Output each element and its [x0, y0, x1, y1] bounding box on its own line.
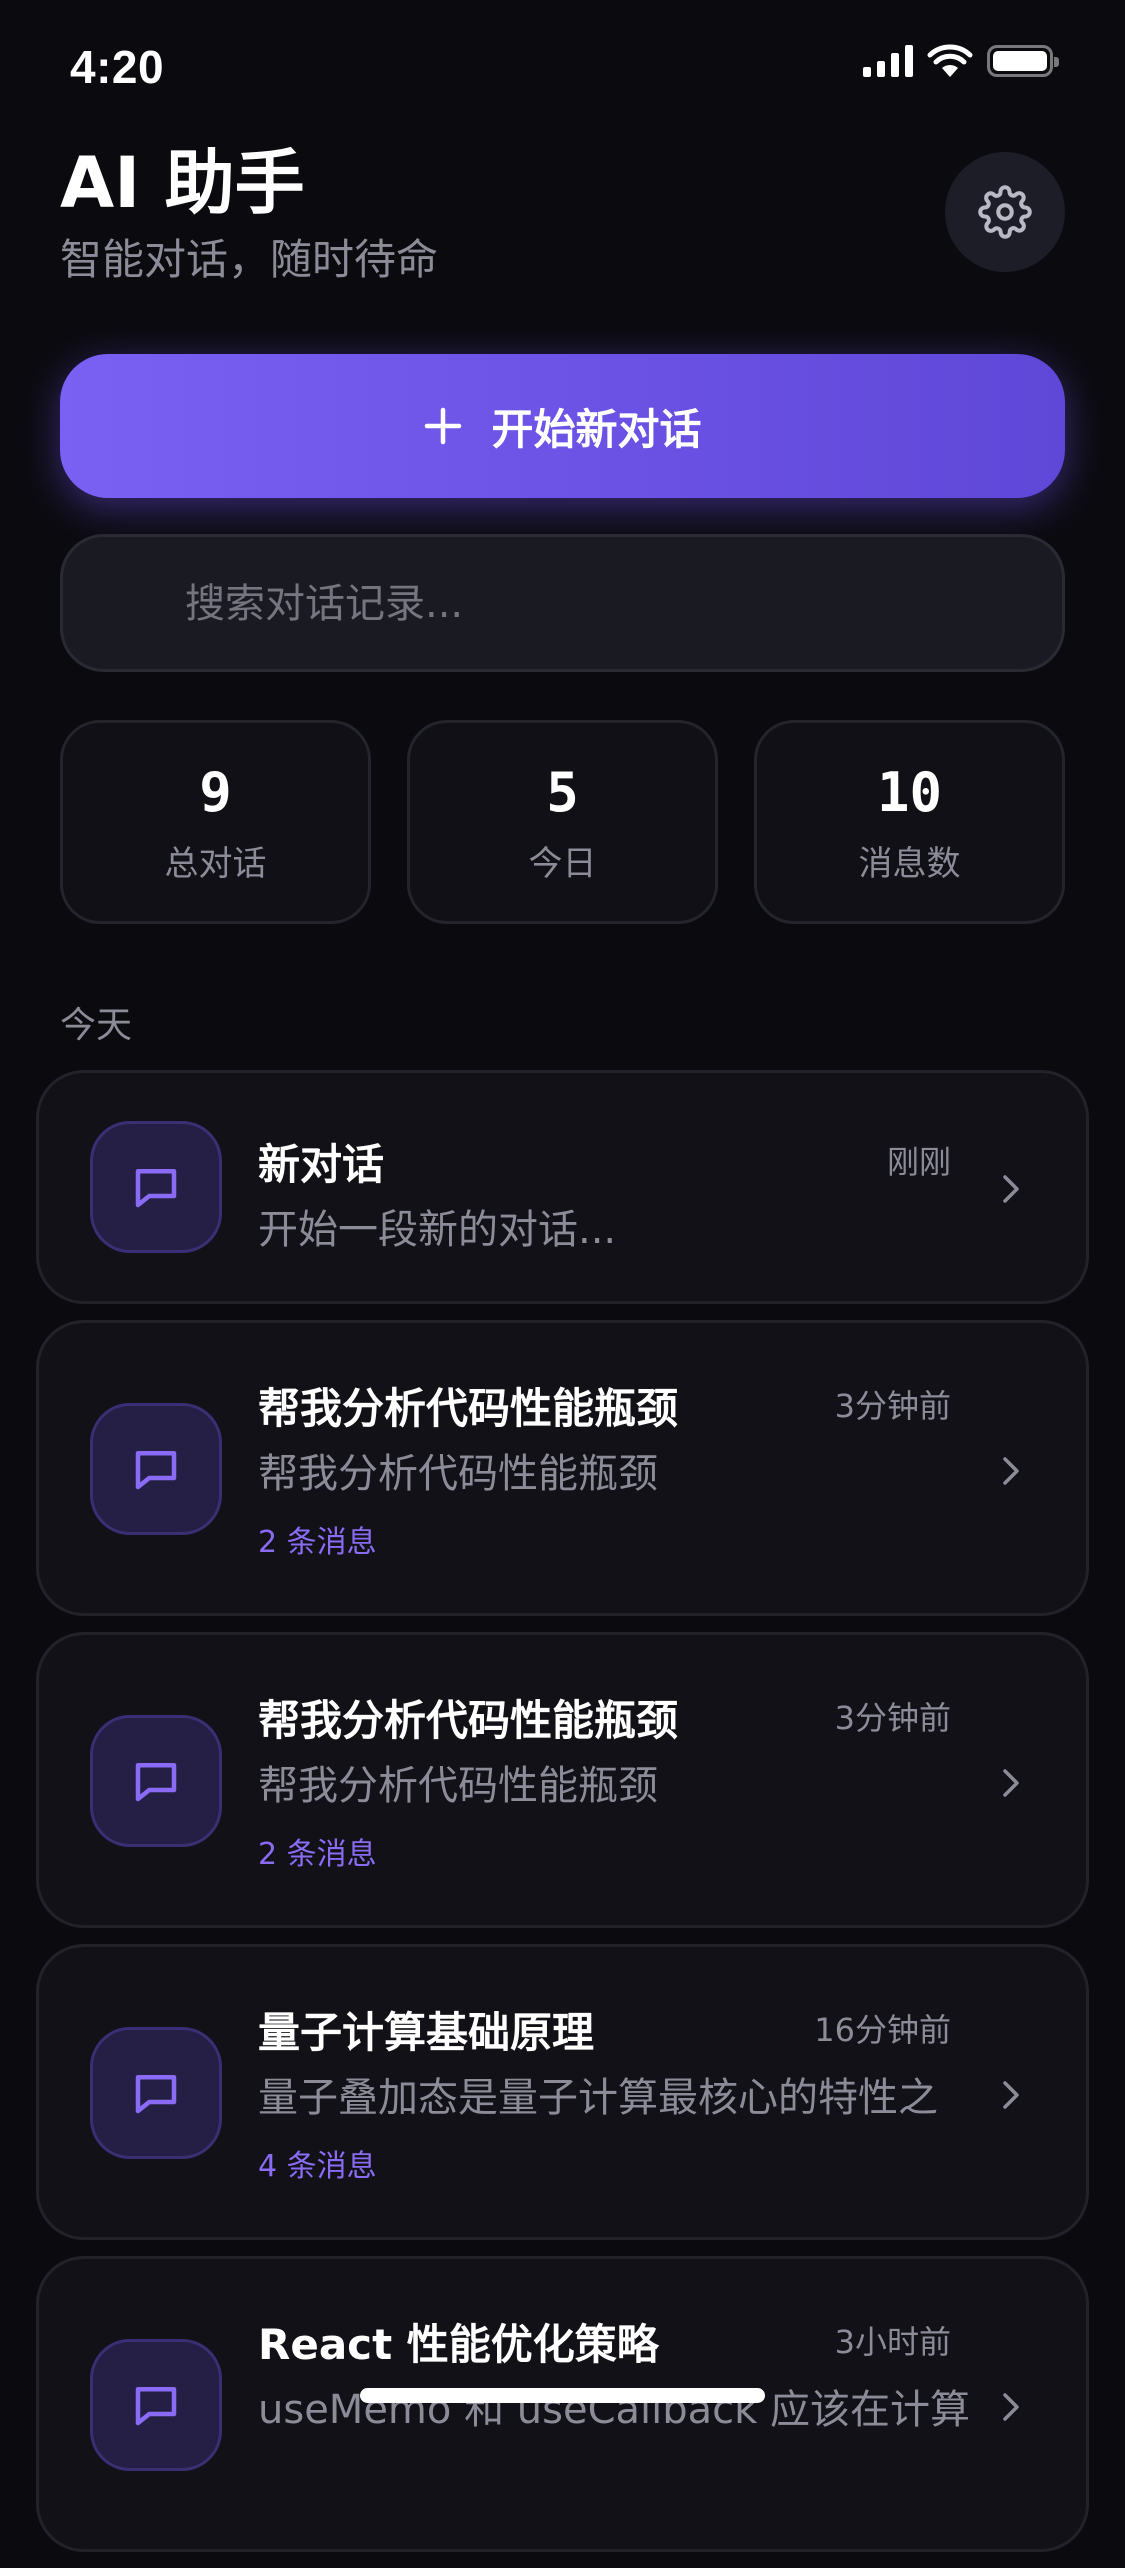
new-chat-label: 开始新对话 [491, 404, 702, 454]
new-chat-button[interactable]: 开始新对话 [60, 354, 1065, 498]
conversation-preview: 帮我分析代码性能瓶颈 [258, 1763, 658, 1809]
section-header-today: 今天 [60, 1005, 133, 1046]
status-bar: 4:20 [0, 0, 1125, 130]
page-subtitle: 智能对话，随时待命 [60, 235, 439, 284]
conversation-item[interactable]: 帮我分析代码性能瓶颈 3分钟前 帮我分析代码性能瓶颈 2 条消息 [36, 1320, 1089, 1616]
stat-card-messages: 10 消息数 [754, 720, 1065, 924]
stats-row: 9 总对话 5 今日 10 消息数 [60, 720, 1065, 924]
stat-card-total: 9 总对话 [60, 720, 371, 924]
conversation-preview: 量子叠加态是量子计算最核心的特性之 [258, 2075, 938, 2121]
chevron-right-icon [996, 1763, 1026, 1803]
gear-icon [978, 185, 1032, 239]
chevron-right-icon [996, 1451, 1026, 1491]
conversation-time: 刚刚 [886, 1143, 951, 1181]
status-time: 4:20 [70, 41, 165, 93]
conversation-time: 3分钟前 [834, 1699, 951, 1737]
conversation-title: 帮我分析代码性能瓶颈 [258, 1384, 679, 1433]
stat-label: 消息数 [858, 843, 961, 884]
conversation-time: 3小时前 [834, 2323, 951, 2361]
chat-bubble-icon [135, 1763, 177, 1802]
conversation-item[interactable]: 帮我分析代码性能瓶颈 3分钟前 帮我分析代码性能瓶颈 2 条消息 [36, 1632, 1089, 1928]
conversation-icon-box [90, 2027, 222, 2159]
conversation-icon-box [90, 1121, 222, 1253]
search-input[interactable] [183, 537, 1027, 671]
signal-icon [863, 45, 913, 77]
conversation-list: 新对话 刚刚 开始一段新的对话... 帮我分析代码性能瓶颈 3分钟前 帮我分析代… [36, 1070, 1089, 2568]
conversation-preview: 帮我分析代码性能瓶颈 [258, 1451, 658, 1497]
conversation-item[interactable]: 量子计算基础原理 16分钟前 量子叠加态是量子计算最核心的特性之 4 条消息 [36, 1944, 1089, 2240]
conversation-time: 16分钟前 [814, 2011, 951, 2049]
conversation-preview: 开始一段新的对话... [258, 1207, 617, 1253]
status-icons [863, 44, 1059, 78]
conversation-icon-box [90, 1403, 222, 1535]
chat-bubble-icon [135, 1451, 177, 1490]
page-title: AI 助手 [60, 142, 305, 224]
chevron-right-icon [996, 2387, 1026, 2427]
chat-bubble-icon [135, 2387, 177, 2426]
stat-value: 9 [199, 760, 232, 824]
message-count: 4 条消息 [258, 2149, 377, 2184]
chevron-right-icon [996, 2075, 1026, 2115]
conversation-title: 新对话 [258, 1140, 385, 1189]
message-count: 2 条消息 [258, 1837, 377, 1872]
home-indicator[interactable] [360, 2388, 765, 2403]
chat-bubble-icon [135, 2075, 177, 2114]
battery-icon [987, 45, 1059, 77]
stat-label: 今日 [528, 843, 597, 884]
stat-label: 总对话 [164, 843, 267, 884]
conversation-preview: useMemo 和 useCallback 应该在计算 [258, 2387, 971, 2433]
stat-card-today: 5 今日 [407, 720, 718, 924]
settings-button[interactable] [945, 152, 1065, 272]
search-box[interactable] [60, 534, 1065, 672]
conversation-icon-box [90, 1715, 222, 1847]
conversation-time: 3分钟前 [834, 1387, 951, 1425]
stat-value: 10 [876, 760, 943, 824]
wifi-icon [927, 44, 973, 77]
conversation-title: React 性能优化策略 [258, 2320, 659, 2369]
conversation-title: 量子计算基础原理 [258, 2008, 595, 2057]
chat-bubble-icon [135, 1169, 177, 1208]
plus-icon [425, 407, 462, 445]
conversation-icon-box [90, 2339, 222, 2471]
stat-value: 5 [546, 760, 579, 824]
message-count: 2 条消息 [258, 1525, 377, 1560]
conversation-item[interactable]: React 性能优化策略 3小时前 useMemo 和 useCallback … [36, 2256, 1089, 2552]
conversation-title: 帮我分析代码性能瓶颈 [258, 1696, 679, 1745]
conversation-item[interactable]: 新对话 刚刚 开始一段新的对话... [36, 1070, 1089, 1304]
chevron-right-icon [996, 1169, 1026, 1209]
